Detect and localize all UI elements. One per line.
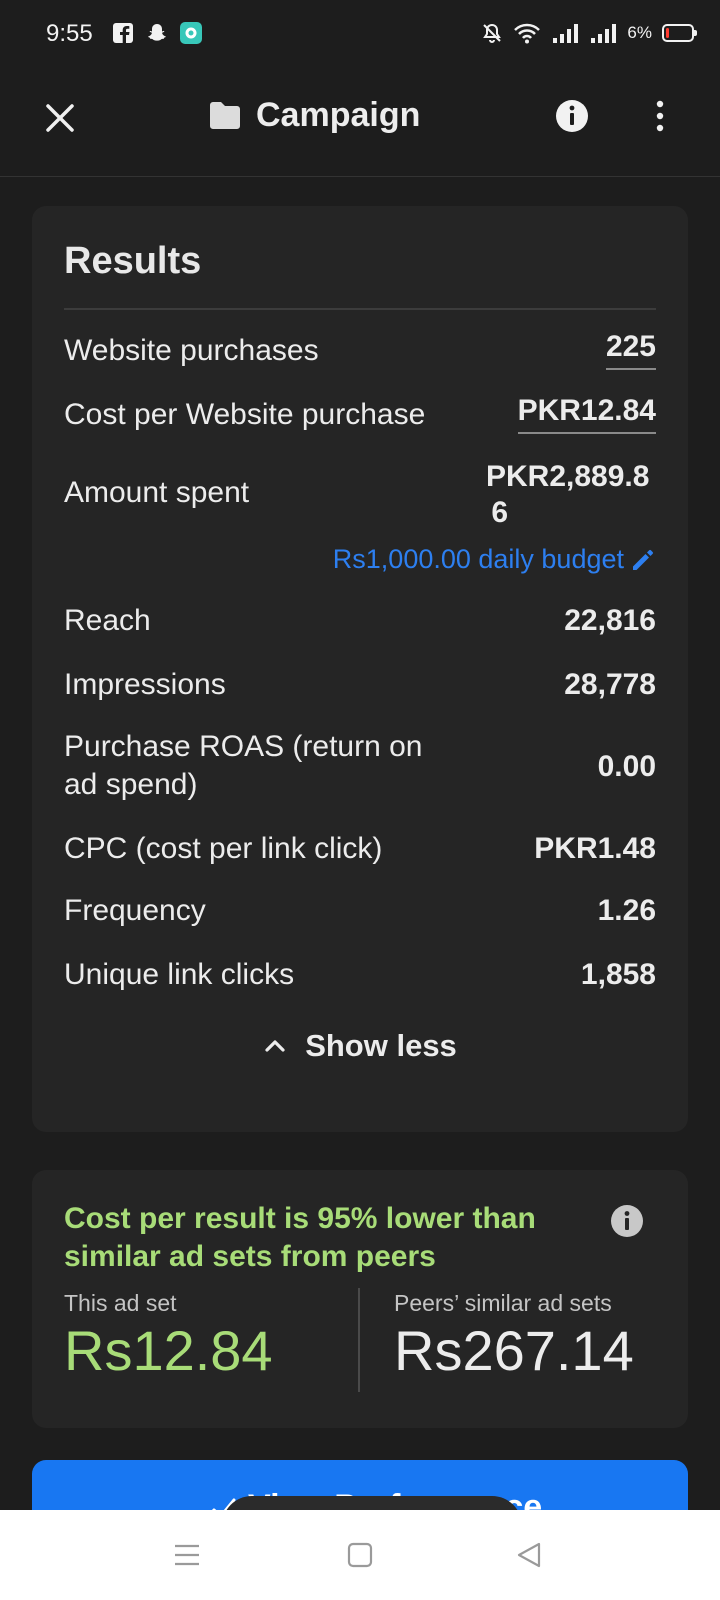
row-label-line1: Purchase ROAS (return on (64, 730, 423, 763)
row-label: Unique link clicks (64, 958, 295, 991)
status-bar: 9:55 6% (0, 0, 720, 72)
info-icon[interactable] (610, 1204, 644, 1238)
row-value: 28,778 (564, 668, 656, 701)
daily-budget-link[interactable]: Rs1,000.00 daily budget (333, 544, 656, 575)
mute-bell-icon (483, 23, 502, 43)
facebook-icon (113, 23, 133, 43)
row-value[interactable]: PKR12.84 (517, 392, 656, 434)
daily-budget-text[interactable]: Rs1,000.00 daily budget (333, 544, 624, 575)
row-label-line2: ad spend) (64, 768, 198, 801)
app-notification-icon (180, 22, 202, 44)
row-value: 1,858 (580, 958, 656, 991)
signal-icon (553, 24, 579, 43)
row-label: Website purchases (64, 334, 319, 367)
app-header: Campaign (0, 72, 720, 177)
row-frequency: Frequency 1.26 (64, 892, 656, 936)
back-triangle-icon[interactable] (514, 1540, 544, 1570)
results-title: Results (64, 240, 202, 282)
row-unique-link-clicks: Unique link clicks 1,858 (64, 956, 656, 1000)
home-square-icon[interactable] (345, 1540, 375, 1570)
chevron-up-icon (265, 1040, 285, 1052)
row-value[interactable]: 225 (605, 328, 656, 370)
row-cost-per-purchase: Cost per Website purchase PKR12.84 (64, 392, 656, 436)
this-ad-set-value: Rs12.84 (64, 1319, 273, 1382)
comparison-headline-line2: similar ad sets from peers (64, 1240, 436, 1273)
peers-value: Rs267.14 (394, 1319, 634, 1382)
peer-comparison-card: Cost per result is 95% lower than simila… (32, 1170, 688, 1428)
row-label: Impressions (64, 668, 226, 701)
snapchat-icon (148, 24, 166, 41)
battery-percent: 6% (627, 23, 652, 42)
page-title: Campaign (256, 96, 421, 134)
edit-pencil-icon[interactable] (630, 547, 656, 573)
info-icon[interactable] (554, 98, 590, 134)
column-divider (358, 1288, 360, 1392)
system-navigation-bar (0, 1510, 720, 1600)
row-label: Cost per Website purchase (64, 398, 426, 431)
show-less-button[interactable]: Show less (32, 1028, 688, 1064)
row-reach: Reach 22,816 (64, 602, 656, 646)
peers-label: Peers’ similar ad sets (394, 1290, 612, 1316)
divider (64, 308, 656, 310)
wifi-icon (514, 23, 541, 44)
folder-icon (210, 101, 240, 129)
row-label: Amount spent (64, 476, 250, 509)
row-value: PKR1.48 (534, 832, 656, 865)
row-value: 22,816 (564, 604, 656, 637)
row-amount-spent: Amount spent PKR2,889.8 6 Rs1,000.00 dai… (64, 458, 656, 582)
status-time: 9:55 (46, 20, 93, 47)
close-icon[interactable] (40, 98, 80, 138)
row-cpc: CPC (cost per link click) PKR1.48 (64, 830, 656, 874)
show-less-label: Show less (305, 1028, 457, 1063)
row-website-purchases: Website purchases 225 (64, 328, 656, 372)
this-ad-set-label: This ad set (64, 1290, 177, 1316)
results-card: Results Website purchases 225 Cost per W… (32, 206, 688, 1132)
row-label: CPC (cost per link click) (64, 832, 383, 865)
more-options-icon[interactable] (642, 96, 678, 136)
row-label: Frequency (64, 894, 206, 927)
row-value: 1.26 (597, 894, 656, 927)
row-impressions: Impressions 28,778 (64, 666, 656, 710)
row-purchase-roas: Purchase ROAS (return on ad spend) 0.00 (64, 728, 656, 808)
comparison-headline-line1: Cost per result is 95% lower than (64, 1202, 536, 1235)
row-label: Reach (64, 604, 151, 637)
comparison-headline: Cost per result is 95% lower than simila… (64, 1200, 564, 1276)
signal-icon-2 (591, 24, 617, 43)
row-value-line2: 6 (491, 496, 508, 529)
row-value: 0.00 (597, 750, 656, 783)
status-indicators: 6% (481, 18, 697, 48)
row-value-line1: PKR2,889.8 (486, 460, 650, 493)
menu-icon[interactable] (172, 1540, 202, 1570)
battery-icon (662, 24, 697, 42)
header-title-group: Campaign (208, 96, 420, 135)
